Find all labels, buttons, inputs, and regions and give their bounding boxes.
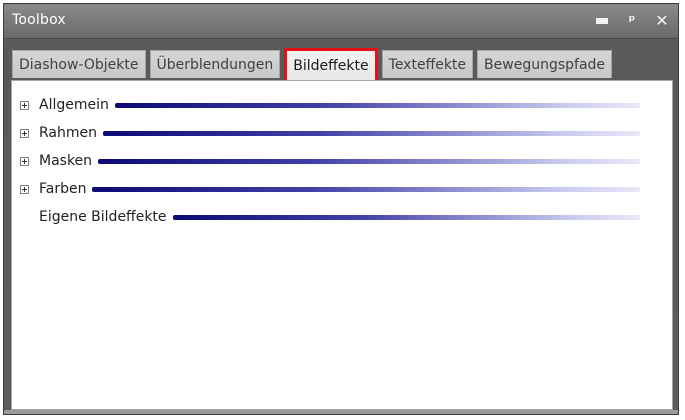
- tab-diashow-objekte[interactable]: Diashow-Objekte: [12, 50, 146, 78]
- tab-strip: Diashow-Objekte Überblendungen Bildeffek…: [12, 48, 613, 80]
- title-bar[interactable]: Toolbox ᵖ ✕: [4, 4, 678, 39]
- tree-item-allgemein[interactable]: Allgemein: [20, 95, 660, 115]
- tree-item-farben[interactable]: Farben: [20, 179, 660, 199]
- category-divider: [172, 214, 640, 220]
- tree-item-label: Eigene Bildeffekte: [39, 209, 167, 225]
- tree-item-eigene-bildeffekte[interactable]: Eigene Bildeffekte: [20, 207, 660, 227]
- category-divider: [103, 130, 640, 136]
- tree-item-label: Masken: [39, 153, 93, 169]
- tab-ueberblendungen[interactable]: Überblendungen: [149, 50, 281, 78]
- category-divider: [98, 158, 640, 164]
- category-divider: [92, 186, 640, 192]
- window-title: Toolbox: [12, 12, 66, 28]
- tree-item-label: Rahmen: [39, 125, 97, 141]
- bildeffekte-panel: Allgemein Rahmen Masken Farben Eigene Bi…: [11, 80, 673, 410]
- expand-plus-icon[interactable]: [20, 100, 29, 110]
- expand-plus-icon[interactable]: [20, 128, 29, 138]
- tree-item-rahmen[interactable]: Rahmen: [20, 123, 660, 143]
- close-icon[interactable]: ✕: [654, 13, 670, 29]
- tab-bildeffekte[interactable]: Bildeffekte: [284, 48, 378, 80]
- window-controls: ᵖ ✕: [594, 10, 670, 32]
- expand-plus-icon[interactable]: [20, 156, 29, 166]
- tab-texteffekte[interactable]: Texteffekte: [381, 50, 474, 78]
- toolbox-window: Toolbox ᵖ ✕ Diashow-Objekte Überblendung…: [3, 3, 679, 415]
- expand-plus-icon[interactable]: [20, 184, 29, 194]
- minimize-icon[interactable]: [594, 13, 610, 29]
- category-divider: [114, 102, 640, 108]
- tree-item-label: Allgemein: [39, 97, 109, 113]
- tree-item-masken[interactable]: Masken: [20, 151, 660, 171]
- tree-item-label: Farben: [39, 181, 87, 197]
- window-bottom-edge: [4, 410, 678, 414]
- tab-bewegungspfade[interactable]: Bewegungspfade: [477, 50, 613, 78]
- pin-icon[interactable]: ᵖ: [624, 13, 640, 29]
